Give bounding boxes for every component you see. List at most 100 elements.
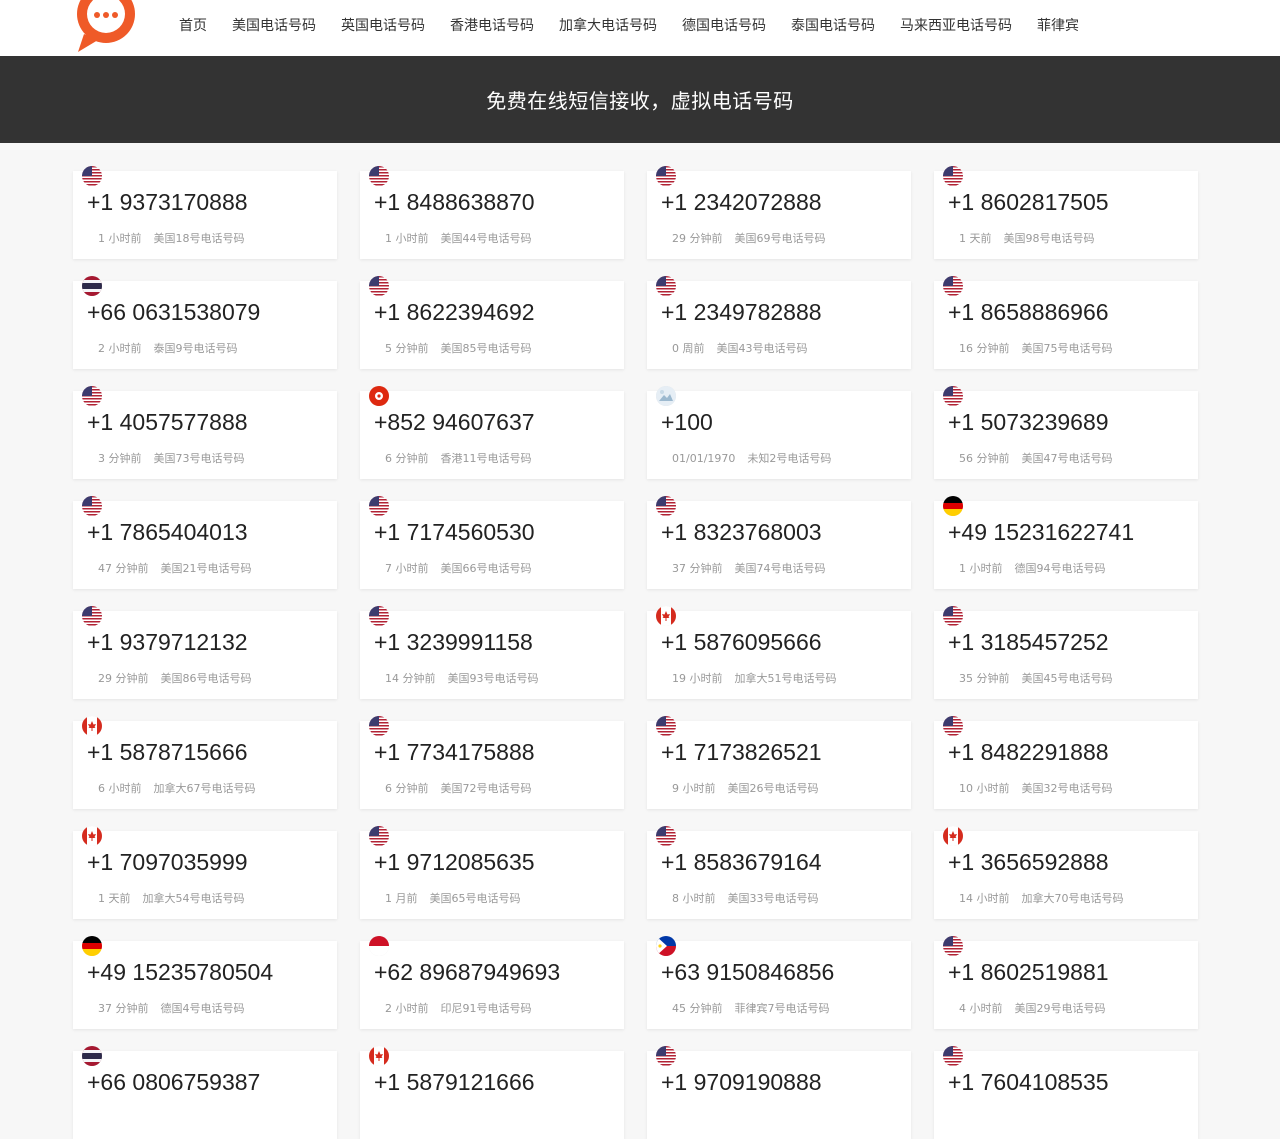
number-label: 美国72号电话号码 (440, 782, 532, 795)
card-meta (98, 1110, 110, 1123)
last-message-time: 4 小时前 (959, 1002, 1003, 1015)
phone-number: +1 8622394692 (374, 299, 535, 325)
us-flag-icon (656, 166, 676, 186)
number-label: 德国94号电话号码 (1014, 562, 1106, 575)
phone-number-card[interactable]: +1 7097035999 1 天前 加拿大54号电话号码 (73, 826, 337, 919)
phone-number-card[interactable]: +1 5878715666 6 小时前 加拿大67号电话号码 (73, 716, 337, 809)
phone-number-card[interactable]: +1 7734175888 6 分钟前 美国72号电话号码 (360, 716, 624, 809)
number-label: 美国66号电话号码 (440, 562, 532, 575)
phone-number: +1 8658886966 (948, 299, 1109, 325)
phone-number-card[interactable]: +49 15235780504 37 分钟前 德国4号电话号码 (73, 936, 337, 1029)
phone-number-grid: +1 9373170888 1 小时前 美国18号电话号码 +1 8488638870… (73, 166, 1198, 1139)
us-flag-icon (943, 936, 963, 956)
nav-ca-numbers[interactable]: 加拿大电话号码 (559, 15, 657, 35)
us-flag-icon (369, 166, 389, 186)
phone-number-card[interactable]: +1 8602817505 1 天前 美国98号电话号码 (934, 166, 1198, 259)
card-meta: 9 小时前 美国26号电话号码 (672, 780, 819, 796)
phone-number-card[interactable]: +1 8602519881 4 小时前 美国29号电话号码 (934, 936, 1198, 1029)
phone-number-card[interactable]: +1 8488638870 1 小时前 美国44号电话号码 (360, 166, 624, 259)
phone-number-card[interactable]: +1 5879121666 (360, 1046, 624, 1139)
last-message-time: 37 分钟前 (672, 562, 723, 575)
hong-kong-flag-icon (369, 386, 389, 406)
phone-number-card[interactable]: +1 3185457252 35 分钟前 美国45号电话号码 (934, 606, 1198, 699)
phone-number-card[interactable]: +1 9709190888 (647, 1046, 911, 1139)
phone-number-card[interactable]: +1 5876095666 19 小时前 加拿大51号电话号码 (647, 606, 911, 699)
phone-number: +49 15231622741 (948, 519, 1135, 545)
phone-number-card[interactable]: +1 7604108535 (934, 1046, 1198, 1139)
nav-hk-numbers[interactable]: 香港电话号码 (450, 15, 534, 35)
nav-us-numbers[interactable]: 美国电话号码 (232, 15, 316, 35)
phone-number-card[interactable]: +1 8482291888 10 小时前 美国32号电话号码 (934, 716, 1198, 809)
phone-number: +1 8488638870 (374, 189, 535, 215)
nav-th-numbers[interactable]: 泰国电话号码 (791, 15, 875, 35)
top-nav: 首页 美国电话号码 英国电话号码 香港电话号码 加拿大电话号码 德国电话号码 泰… (0, 0, 1280, 56)
number-label: 美国74号电话号码 (734, 562, 826, 575)
last-message-time: 8 小时前 (672, 892, 716, 905)
phone-number-card[interactable]: +1 8583679164 8 小时前 美国33号电话号码 (647, 826, 911, 919)
number-label: 香港11号电话号码 (440, 452, 532, 465)
philippines-flag-icon (656, 936, 676, 956)
phone-number-card[interactable]: +1 9373170888 1 小时前 美国18号电话号码 (73, 166, 337, 259)
phone-number: +49 15235780504 (87, 959, 274, 985)
phone-number-card[interactable]: +1 9379712132 29 分钟前 美国86号电话号码 (73, 606, 337, 699)
phone-number: +66 0631538079 (87, 299, 261, 325)
us-flag-icon (656, 496, 676, 516)
phone-number-card[interactable]: +1 7174560530 7 小时前 美国66号电话号码 (360, 496, 624, 589)
nav-ph[interactable]: 菲律宾 (1037, 15, 1079, 35)
chat-bubble-logo-icon[interactable] (76, 0, 136, 54)
last-message-time: 1 小时前 (98, 232, 142, 245)
phone-number-card[interactable]: +1 7173826521 9 小时前 美国26号电话号码 (647, 716, 911, 809)
phone-number: +1 5878715666 (87, 739, 248, 765)
nav-de-numbers[interactable]: 德国电话号码 (682, 15, 766, 35)
us-flag-icon (943, 386, 963, 406)
us-flag-icon (369, 496, 389, 516)
phone-number: +1 2342072888 (661, 189, 822, 215)
card-meta: 19 小时前 加拿大51号电话号码 (672, 670, 837, 686)
phone-number-card[interactable]: +1 2349782888 0 周前 美国43号电话号码 (647, 276, 911, 369)
nav-my-numbers[interactable]: 马来西亚电话号码 (900, 15, 1012, 35)
phone-number-card[interactable]: +1 8622394692 5 分钟前 美国85号电话号码 (360, 276, 624, 369)
last-message-time: 19 小时前 (672, 672, 723, 685)
card-meta: 1 小时前 美国18号电话号码 (98, 230, 245, 246)
phone-number-card[interactable]: +1 7865404013 47 分钟前 美国21号电话号码 (73, 496, 337, 589)
last-message-time: 0 周前 (672, 342, 705, 355)
phone-number-card[interactable]: +1 8658886966 16 分钟前 美国75号电话号码 (934, 276, 1198, 369)
phone-number-card[interactable]: +1 8323768003 37 分钟前 美国74号电话号码 (647, 496, 911, 589)
card-meta: 56 分钟前 美国47号电话号码 (959, 450, 1113, 466)
phone-number: +1 2349782888 (661, 299, 822, 325)
phone-number-card[interactable]: +1 3656592888 14 小时前 加拿大70号电话号码 (934, 826, 1198, 919)
card-meta: 6 分钟前 香港11号电话号码 (385, 450, 532, 466)
phone-number-card[interactable]: +49 15231622741 1 小时前 德国94号电话号码 (934, 496, 1198, 589)
phone-number-card[interactable]: +852 94607637 6 分钟前 香港11号电话号码 (360, 386, 624, 479)
phone-number-card[interactable]: +1 9712085635 1 月前 美国65号电话号码 (360, 826, 624, 919)
card-meta: 3 分钟前 美国73号电话号码 (98, 450, 245, 466)
card-meta: 01/01/1970 未知2号电话号码 (672, 450, 831, 466)
number-label: 美国98号电话号码 (1003, 232, 1095, 245)
phone-number-card[interactable]: +1 5073239689 56 分钟前 美国47号电话号码 (934, 386, 1198, 479)
phone-number-card[interactable]: +1 4057577888 3 分钟前 美国73号电话号码 (73, 386, 337, 479)
nav-home[interactable]: 首页 (179, 15, 207, 35)
card-meta: 8 小时前 美国33号电话号码 (672, 890, 819, 906)
phone-number-card[interactable]: +63 9150846856 45 分钟前 菲律宾7号电话号码 (647, 936, 911, 1029)
canada-flag-icon (943, 826, 963, 846)
last-message-time: 29 分钟前 (98, 672, 149, 685)
phone-number: +1 8323768003 (661, 519, 822, 545)
card-meta: 45 分钟前 菲律宾7号电话号码 (672, 1000, 830, 1016)
phone-number-card[interactable]: +1 2342072888 29 分钟前 美国69号电话号码 (647, 166, 911, 259)
number-label: 德国4号电话号码 (160, 1002, 245, 1015)
nav-uk-numbers[interactable]: 英国电话号码 (341, 15, 425, 35)
us-flag-icon (369, 826, 389, 846)
nav-links: 首页 美国电话号码 英国电话号码 香港电话号码 加拿大电话号码 德国电话号码 泰… (179, 0, 1104, 50)
phone-number: +1 8583679164 (661, 849, 822, 875)
us-flag-icon (943, 716, 963, 736)
card-meta (959, 1110, 971, 1123)
phone-number-card[interactable]: +100 01/01/1970 未知2号电话号码 (647, 386, 911, 479)
phone-number-card[interactable]: +66 0806759387 (73, 1046, 337, 1139)
phone-number-card[interactable]: +66 0631538079 2 小时前 泰国9号电话号码 (73, 276, 337, 369)
phone-number-card[interactable]: +62 89687949693 2 小时前 印尼91号电话号码 (360, 936, 624, 1029)
card-meta (385, 1110, 397, 1123)
us-flag-icon (82, 606, 102, 626)
phone-number: +1 3656592888 (948, 849, 1109, 875)
phone-number-card[interactable]: +1 3239991158 14 分钟前 美国93号电话号码 (360, 606, 624, 699)
last-message-time: 10 小时前 (959, 782, 1010, 795)
